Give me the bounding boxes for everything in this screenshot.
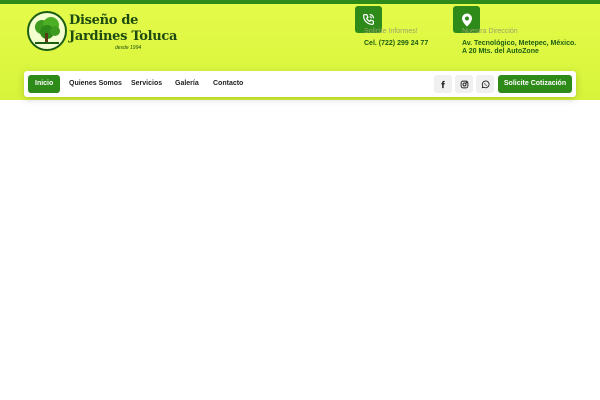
phone-label: Solicite Informes! xyxy=(364,28,418,35)
logo-line-2: Jardines Toluca xyxy=(69,29,178,44)
nav-item-inicio[interactable]: Inicio xyxy=(28,75,61,93)
address-line-2: A 20 Mts. del AutoZone xyxy=(462,48,539,55)
logo-since: desde 1994 xyxy=(115,45,142,51)
tree-logo-icon xyxy=(27,11,67,51)
logo-line-1: Diseño de xyxy=(69,13,139,28)
address-label: Nuestra Dirección xyxy=(462,28,518,35)
request-quote-button[interactable]: Solicite Cotización xyxy=(498,75,572,93)
nav-item-contacto[interactable]: Contacto xyxy=(209,75,247,93)
phone-number-link[interactable]: Cel. (722) 299 24 77 xyxy=(364,40,428,48)
nav-item-servicios[interactable]: Servicios xyxy=(127,75,166,93)
facebook-icon[interactable] xyxy=(434,75,452,93)
instagram-icon[interactable] xyxy=(455,75,473,93)
address-line-1: Av. Tecnológico, Metepec, México. xyxy=(462,40,577,47)
nav-item-galeria[interactable]: Galería xyxy=(171,75,203,93)
nav-item-quienes-somos[interactable]: Quienes Somos xyxy=(65,75,126,93)
whatsapp-icon[interactable] xyxy=(476,75,494,93)
site-logo[interactable]: Diseño de Jardines Toluca desde 1994 xyxy=(27,11,177,55)
main-navigation: Inicio Quienes Somos Servicios Galería C… xyxy=(24,71,576,97)
